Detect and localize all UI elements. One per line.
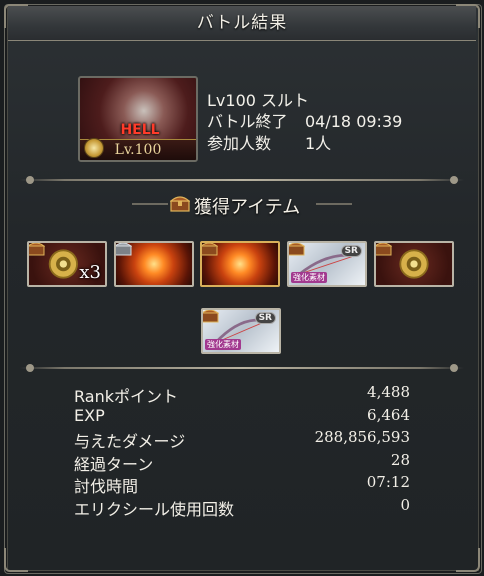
item-bow-weapon-2[interactable]: SR 強化素材 [201,308,281,354]
treasure-chest-icon [170,196,190,212]
stat-row: 討伐時間 07:12 [74,473,410,496]
ornament [316,203,352,205]
item-gold-medal[interactable]: x3 [27,241,107,287]
treasure-chest-icon [289,243,305,256]
stat-row: 経過ターン 28 [74,451,410,474]
quest-name-row: Lv100 スルト [207,90,309,112]
items-section-header: 獲得アイテム [132,190,352,220]
treasure-chest-icon [202,243,218,256]
stat-value: 4,488 [367,383,410,401]
participants-row: 参加人数 1人 [207,133,331,155]
window-title: バトル結果 [196,13,288,33]
battle-end-label: バトル終了 [207,112,288,131]
quest-name: Lv100 スルト [207,91,310,110]
stat-row: EXP 6,464 [74,406,410,429]
stat-value: 288,856,593 [314,428,410,447]
stat-label: エリクシール使用回数 [74,499,235,519]
battle-end-value: 04/18 09:39 [305,112,403,131]
silver-chest-icon [116,243,132,256]
battle-end-row: バトル終了 04/18 09:39 [207,111,402,133]
stat-label: Rankポイント [74,387,178,406]
stat-value: 6,464 [367,405,410,424]
stat-label: 与えたダメージ [74,432,186,452]
items-section-title: 獲得アイテム [194,197,301,218]
stat-label: 経過ターン [74,454,154,474]
treasure-chest-icon [29,243,45,256]
item-gold-medal-2[interactable] [374,241,454,287]
stat-row: 与えたダメージ 288,856,593 [74,428,410,451]
rarity-badge: SR [340,245,362,257]
item-fire-rose[interactable] [200,241,280,287]
stat-label: 討伐時間 [74,477,139,497]
stat-value: 0 [400,495,410,514]
stat-value: 28 [390,450,410,469]
item-fire-orb[interactable] [114,241,194,287]
rarity-badge: SR [254,312,276,324]
coin-icon [84,138,104,158]
material-tag: 強化素材 [205,339,241,350]
divider [20,176,464,184]
stat-row: Rankポイント 4,488 [74,383,410,406]
difficulty-label: HELL [120,122,160,138]
participants-value: 1人 [305,134,332,153]
participants-label: 参加人数 [207,134,272,153]
treasure-chest-icon [376,243,392,256]
ornament [132,203,168,205]
treasure-chest-icon [203,310,219,323]
item-quantity: x3 [79,262,101,283]
result-stats: Rankポイント 4,488 EXP 6,464 与えたダメージ 288,856… [74,383,410,519]
item-bow-weapon[interactable]: SR 強化素材 [287,241,367,287]
frame-corner [4,548,28,572]
material-tag: 強化素材 [291,272,327,283]
title-bar: バトル結果 [8,6,476,41]
quest-banner: HELL Lv.100 [78,76,198,162]
stat-label: EXP [74,405,105,425]
frame-corner [456,548,480,572]
stat-row: エリクシール使用回数 0 [74,496,410,519]
divider [20,364,464,372]
stat-value: 07:12 [366,473,410,492]
